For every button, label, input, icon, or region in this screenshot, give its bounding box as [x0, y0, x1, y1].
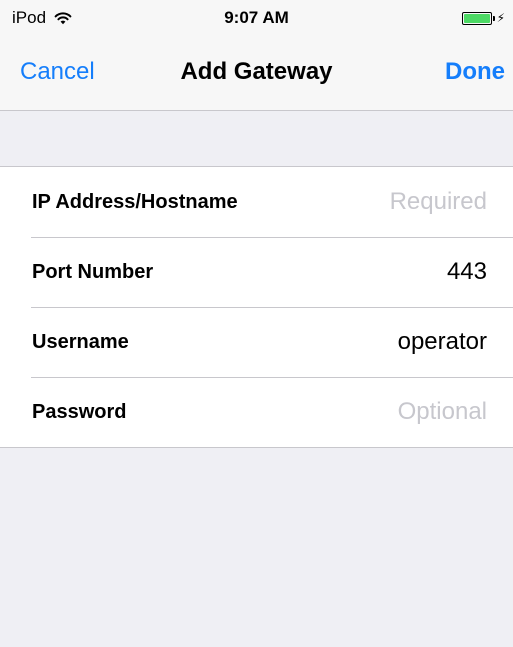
carrier-label: iPod	[12, 8, 47, 27]
status-left: iPod	[12, 8, 72, 28]
battery-fill	[463, 13, 490, 23]
form-row-port-number[interactable]: Port Number	[0, 237, 513, 307]
gateway-form: IP Address/Hostname Port Number Username…	[0, 166, 513, 448]
port-number-label: Port Number	[32, 261, 154, 283]
wifi-icon	[54, 11, 72, 25]
status-bar: iPod ⚡︎	[0, 0, 513, 36]
username-input[interactable]	[247, 321, 487, 363]
port-number-input[interactable]	[247, 251, 487, 293]
cancel-button[interactable]: Cancel	[20, 32, 95, 112]
username-label: Username	[32, 331, 129, 353]
battery-indicator: ⚡︎	[461, 11, 505, 25]
battery-icon	[461, 11, 492, 25]
ip-address-input[interactable]	[247, 181, 487, 223]
password-input[interactable]	[247, 391, 487, 433]
done-button[interactable]: Done	[445, 32, 505, 112]
form-row-ip-address[interactable]: IP Address/Hostname	[0, 167, 513, 237]
battery-cap	[492, 15, 495, 21]
ip-address-label: IP Address/Hostname	[32, 191, 238, 213]
form-row-password[interactable]: Password	[0, 377, 513, 447]
form-row-username[interactable]: Username	[0, 307, 513, 377]
password-label: Password	[32, 401, 127, 423]
navigation-bar: Cancel Add Gateway Done	[0, 36, 513, 111]
charging-bolt-icon: ⚡︎	[496, 11, 505, 25]
